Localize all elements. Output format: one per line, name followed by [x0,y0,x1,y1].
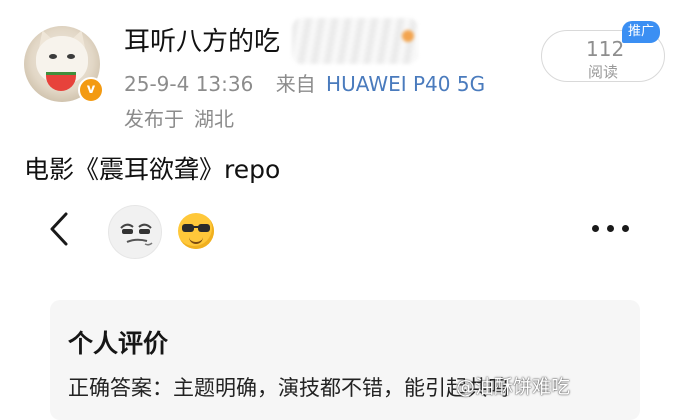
avatar-cat-eye [67,54,75,59]
profile-avatar[interactable] [108,205,162,259]
location-value: 湖北 [194,107,234,131]
post-meta: 25-9-4 13:36 来自 HUAWEI P40 5G [124,68,485,97]
avatar-cat-eye [49,54,57,59]
watermark-text: @油酥饼难吃 [456,376,571,398]
sketch-face-icon [120,223,153,246]
review-card-body: 正确答案：主题明确，演技都不错，能引起共鸣 [68,376,509,400]
username[interactable]: 耳听八方的吃 [124,24,280,60]
ellipsis-icon[interactable] [590,222,632,236]
sunglasses-emoji-icon [178,213,214,249]
post-location: 发布于 湖北 [124,103,244,132]
username-redaction-blur [292,18,418,64]
source-prefix: 来自 [275,72,316,96]
review-card-title: 个人评价 [68,329,169,358]
location-prefix: 发布于 [124,107,184,131]
post-timestamp: 25-9-4 13:36 [124,72,254,96]
verified-badge-icon: v [78,77,104,103]
device-link[interactable]: HUAWEI P40 5G [326,72,485,96]
read-count: 112 [586,37,625,61]
avatar-watermelon [46,72,76,91]
post-text: 电影《震耳欲聋》repo [24,155,281,184]
chevron-left-icon[interactable] [44,210,74,248]
review-card [50,300,640,420]
weibo-watermark: @油酥饼难吃 [456,372,570,399]
read-count-label: 阅读 [588,63,619,81]
promote-tag[interactable]: 推广 [622,21,661,43]
